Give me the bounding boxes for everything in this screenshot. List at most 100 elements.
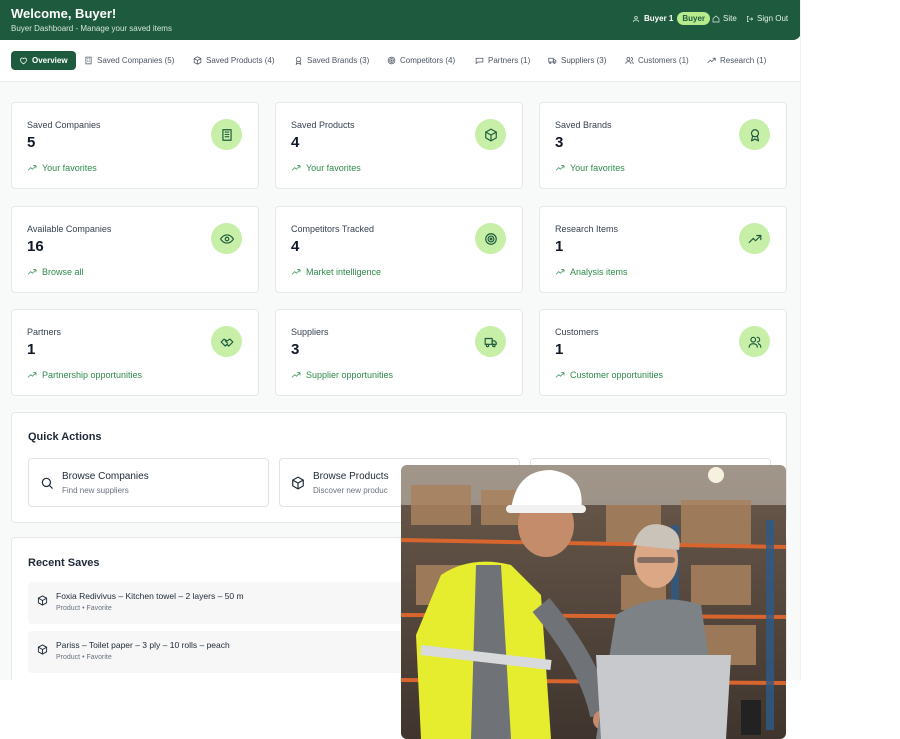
stat-card-customers[interactable]: Customers 1 Customer opportunities (539, 309, 787, 396)
stat-value: 4 (291, 238, 300, 255)
stat-card-saved-brands[interactable]: Saved Brands 3 Your favorites (539, 102, 787, 189)
stat-card-research-items[interactable]: Research Items 1 Analysis items (539, 206, 787, 293)
trending-up-icon (555, 165, 565, 171)
stat-card-suppliers[interactable]: Suppliers 3 Supplier opportunities (275, 309, 523, 396)
box-icon (193, 56, 202, 65)
eye-icon (211, 223, 242, 254)
stat-value: 16 (27, 238, 44, 255)
page-subtitle: Buyer Dashboard - Manage your saved item… (11, 24, 172, 33)
stat-note: Browse all (27, 267, 84, 277)
recent-save-item[interactable]: Foxia Redivivus – Kitchen towel – 2 laye… (28, 582, 408, 624)
tab-label: Saved Products (4) (206, 56, 275, 65)
stat-note: Your favorites (555, 163, 625, 173)
stat-value: 3 (555, 134, 564, 151)
tab-label: Partners (1) (488, 56, 531, 65)
logout-icon (747, 15, 754, 22)
truck-icon (475, 326, 506, 357)
box-icon (475, 119, 506, 150)
stat-value: 3 (291, 341, 300, 358)
tab-partners[interactable]: Partners (1) (475, 51, 530, 70)
stat-label: Customers (555, 327, 599, 337)
trending-up-icon (291, 372, 301, 378)
stat-note: Your favorites (27, 163, 97, 173)
recent-save-item[interactable]: Pariss – Toilet paper – 3 ply – 10 rolls… (28, 631, 408, 673)
user-menu[interactable]: Buyer 1 Buyer (632, 12, 711, 25)
stat-card-competitors-tracked[interactable]: Competitors Tracked 4 Market intelligenc… (275, 206, 523, 293)
box-icon (37, 595, 48, 606)
recent-save-title: Pariss – Toilet paper – 3 ply – 10 rolls… (56, 640, 230, 650)
tab-bar: Overview Saved Companies (5) Saved Produ… (0, 40, 800, 82)
trending-up-icon (291, 269, 301, 275)
tab-label: Competitors (4) (400, 56, 456, 65)
tab-competitors[interactable]: Competitors (4) (387, 51, 455, 70)
sign-out-label: Sign Out (757, 14, 789, 23)
box-icon (292, 476, 304, 490)
tab-saved-products[interactable]: Saved Products (4) (193, 51, 274, 70)
stat-card-partners[interactable]: Partners 1 Partnership opportunities (11, 309, 259, 396)
tab-label: Customers (1) (638, 56, 689, 65)
tab-research[interactable]: Research (1) (707, 51, 766, 70)
stat-card-saved-companies[interactable]: Saved Companies 5 Your favorites (11, 102, 259, 189)
recent-save-meta: Product • Favorite (56, 605, 112, 612)
trending-up-icon (27, 372, 37, 378)
stat-note: Supplier opportunities (291, 370, 393, 380)
tab-customers[interactable]: Customers (1) (625, 51, 689, 70)
trending-up-icon (555, 372, 565, 378)
building-icon (211, 119, 242, 150)
trending-up-icon (739, 223, 770, 254)
stat-note: Partnership opportunities (27, 370, 142, 380)
tab-label: Overview (32, 56, 68, 65)
user-name: Buyer 1 (644, 14, 674, 23)
target-icon (475, 223, 506, 254)
stat-label: Competitors Tracked (291, 224, 375, 234)
award-icon (295, 56, 302, 65)
tab-saved-companies[interactable]: Saved Companies (5) (84, 51, 174, 70)
users-icon (739, 326, 770, 357)
trending-up-icon (291, 165, 301, 171)
browse-companies-button[interactable]: Browse Companies Find new suppliers (28, 458, 269, 507)
stat-value: 4 (291, 134, 300, 151)
stat-value: 1 (555, 238, 564, 255)
tab-suppliers[interactable]: Suppliers (3) (548, 51, 606, 70)
trending-up-icon (27, 165, 37, 171)
quick-action-subtitle: Discover new produc (313, 486, 388, 495)
handshake-icon (475, 57, 484, 65)
stat-label: Research Items (555, 224, 619, 234)
tab-saved-brands[interactable]: Saved Brands (3) (294, 51, 369, 70)
role-badge: Buyer (677, 12, 711, 25)
stat-note: Analysis items (555, 267, 628, 277)
stat-value: 1 (555, 341, 564, 358)
target-icon (387, 56, 396, 65)
user-icon (633, 15, 639, 22)
trending-up-icon (555, 269, 565, 275)
sign-out-button[interactable]: Sign Out (746, 14, 788, 23)
stat-note: Customer opportunities (555, 370, 663, 380)
award-icon (739, 119, 770, 150)
tab-overview[interactable]: Overview (11, 51, 76, 70)
stat-label: Saved Products (291, 120, 355, 130)
stat-label: Saved Companies (27, 120, 101, 130)
recent-save-meta: Product • Favorite (56, 654, 112, 661)
stat-card-available-companies[interactable]: Available Companies 16 Browse all (11, 206, 259, 293)
app-header: Welcome, Buyer! Buyer Dashboard - Manage… (0, 0, 800, 40)
truck-icon (548, 57, 557, 64)
users-icon (625, 57, 634, 64)
site-link[interactable]: Site (712, 14, 737, 23)
stat-label: Available Companies (27, 224, 112, 234)
search-icon (41, 477, 53, 489)
handshake-icon (211, 326, 242, 357)
stat-card-saved-products[interactable]: Saved Products 4 Your favorites (275, 102, 523, 189)
stat-value: 5 (27, 134, 36, 151)
stat-label: Saved Brands (555, 120, 612, 130)
tab-label: Saved Companies (5) (97, 56, 175, 65)
quick-action-title: Browse Companies (62, 471, 149, 482)
box-icon (37, 644, 48, 655)
trending-up-icon (707, 57, 716, 64)
tab-label: Suppliers (3) (561, 56, 607, 65)
page-title: Welcome, Buyer! (11, 6, 117, 21)
tab-label: Research (1) (720, 56, 767, 65)
stat-label: Suppliers (291, 327, 329, 337)
quick-action-title: Browse Products (313, 471, 389, 482)
quick-actions-title: Quick Actions (28, 431, 102, 443)
building-icon (85, 56, 92, 65)
